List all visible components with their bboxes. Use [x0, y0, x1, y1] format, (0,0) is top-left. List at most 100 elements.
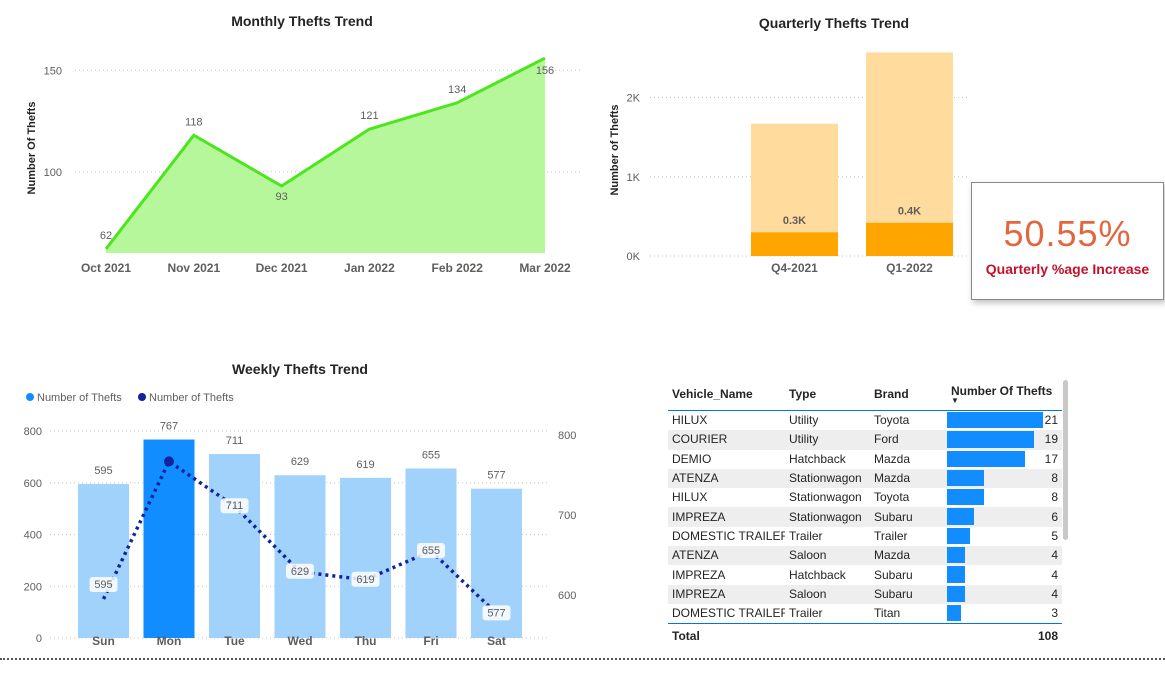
bar [78, 484, 129, 638]
cell-number-of-thefts: 4 [947, 584, 1062, 604]
table-row[interactable]: IMPREZA Hatchback Subaru 4 [668, 565, 1062, 584]
y-tick-label: 100 [44, 167, 62, 179]
data-label: 134 [448, 84, 466, 96]
kpi-card[interactable]: 50.55% Quarterly %age Increase [971, 182, 1164, 300]
table-row[interactable]: HILUX Stationwagon Toyota 8 [668, 488, 1062, 507]
data-label: 629 [291, 456, 309, 468]
cell-type: Stationwagon [789, 490, 862, 505]
cell-vehicle-name: HILUX [672, 490, 708, 505]
data-label: 93 [275, 191, 287, 203]
x-tick-label: Dec 2021 [256, 261, 308, 275]
table-row[interactable]: DOMESTIC TRAILER Trailer Trailer 5 [668, 527, 1062, 546]
x-tick-label: Nov 2021 [167, 261, 220, 275]
cell-type: Hatchback [789, 567, 846, 582]
data-bar [947, 412, 1043, 429]
cell-brand: Mazda [870, 546, 947, 566]
data-bar [947, 489, 984, 506]
area-fill [106, 58, 545, 254]
line-data-value: 577 [487, 607, 505, 619]
weekly-thefts-chart[interactable]: Weekly Thefts Trend Number of Thefts Numbe… [0, 355, 600, 655]
data-bar [947, 450, 1025, 467]
highlight-marker [164, 456, 174, 467]
line-data-label: 655 [417, 543, 445, 558]
cell-number-of-thefts: 4 [947, 565, 1062, 584]
data-label: 0.3K [783, 215, 806, 227]
data-bar [947, 585, 966, 602]
bar-segment-upper [866, 52, 953, 223]
value-text: 8 [1051, 471, 1058, 486]
chart-title: Weekly Thefts Trend [232, 361, 368, 377]
legend-label: Number of Thefts [37, 392, 122, 404]
table-row[interactable]: IMPREZA Stationwagon Subaru 6 [668, 507, 1062, 527]
quarterly-thefts-chart[interactable]: Quarterly Thefts Trend 0K 1K 2K 0.3K Q4-2021 0… [595, 0, 975, 290]
cell-brand: Ford [870, 430, 947, 450]
y-tick-label-left: 0 [36, 633, 42, 645]
monthly-thefts-chart[interactable]: Monthly Thefts Trend 100 150 62 118 93 121 134 1… [0, 0, 590, 290]
cell-type: Trailer [789, 606, 823, 621]
chart-title: Monthly Thefts Trend [231, 13, 373, 29]
cell-type: Saloon [785, 584, 870, 604]
data-bar [947, 508, 975, 525]
y-tick-label-right: 700 [558, 510, 576, 522]
y-tick-label-right: 800 [558, 430, 576, 442]
page-divider [0, 658, 1165, 660]
x-tick-label: Q1-2022 [886, 261, 933, 275]
line-data-label: 577 [482, 605, 511, 621]
y-tick-label: 1K [627, 172, 641, 184]
column-header-label: Number Of Thefts [951, 384, 1053, 398]
value-text: 4 [1051, 548, 1058, 563]
data-label: 62 [100, 230, 112, 242]
kpi-value: 50.55% [1003, 213, 1132, 254]
y-tick-label-left: 600 [24, 478, 42, 490]
line-data-value: 655 [422, 545, 440, 557]
line-data-label: 629 [286, 563, 314, 579]
data-bar [947, 469, 984, 487]
column-header[interactable]: Brand [870, 378, 947, 411]
data-label: 595 [94, 465, 112, 477]
vehicle-thefts-table[interactable]: Vehicle_Name Type Brand Number Of Thefts… [668, 378, 1073, 649]
table-scrollbar[interactable] [1063, 380, 1068, 540]
y-tick-label: 2K [627, 93, 641, 105]
cell-number-of-thefts: 8 [947, 468, 1062, 489]
table-row[interactable]: DOMESTIC TRAILER Trailer Titan 3 [668, 604, 1062, 624]
table-row[interactable]: DEMIO Hatchback Mazda 17 [668, 450, 1062, 469]
table-row[interactable]: HILUX Utility Toyota 21 [668, 411, 1062, 431]
line-data-label: 595 [89, 577, 118, 592]
table-row[interactable]: IMPREZA Saloon Subaru 4 [668, 584, 1062, 604]
total-value: 108 [947, 623, 1062, 649]
line-data-label: 619 [351, 571, 380, 587]
cell-brand: Subaru [870, 584, 947, 604]
table-row[interactable]: ATENZA Stationwagon Mazda 8 [668, 468, 1062, 489]
y-tick-label-left: 800 [24, 426, 42, 438]
cell-number-of-thefts: 8 [947, 488, 1062, 507]
x-tick-label: Mon [157, 634, 182, 648]
bar-segment-lower [866, 222, 953, 256]
data-bar [947, 604, 961, 622]
data-label: 619 [356, 459, 374, 471]
x-tick-label: Q4-2021 [771, 261, 818, 275]
column-header[interactable]: Type [785, 378, 870, 411]
column-header[interactable]: Vehicle_Name [668, 378, 785, 411]
weekly-thefts-svg: Weekly Thefts Trend Number of Thefts Numbe… [24, 361, 577, 648]
x-tick-label: Sun [92, 634, 115, 648]
cell-brand: Toyota [874, 490, 910, 505]
data-label: 118 [185, 116, 203, 128]
cell-vehicle-name: DEMIO [672, 451, 712, 466]
y-tick-label-left: 200 [24, 581, 42, 593]
legend-marker [138, 393, 146, 401]
cell-vehicle-name: ATENZA [668, 468, 785, 489]
column-header-sorted[interactable]: Number Of Thefts ▼ [947, 378, 1062, 411]
total-label: Total [668, 623, 785, 649]
x-tick-label: Thu [355, 634, 377, 648]
x-tick-label: Oct 2021 [81, 261, 131, 275]
line-data-label: 711 [220, 498, 249, 514]
bar [340, 477, 391, 638]
x-tick-label: Jan 2022 [344, 261, 395, 275]
bar [209, 454, 260, 638]
y-tick-label-left: 400 [24, 530, 42, 542]
y-tick-label: 150 [44, 65, 62, 77]
table-row[interactable]: ATENZA Saloon Mazda 4 [668, 546, 1062, 566]
cell-number-of-thefts: 21 [947, 411, 1062, 431]
table-row[interactable]: COURIER Utility Ford 19 [668, 430, 1062, 450]
legend-label: Number of Thefts [149, 392, 234, 404]
